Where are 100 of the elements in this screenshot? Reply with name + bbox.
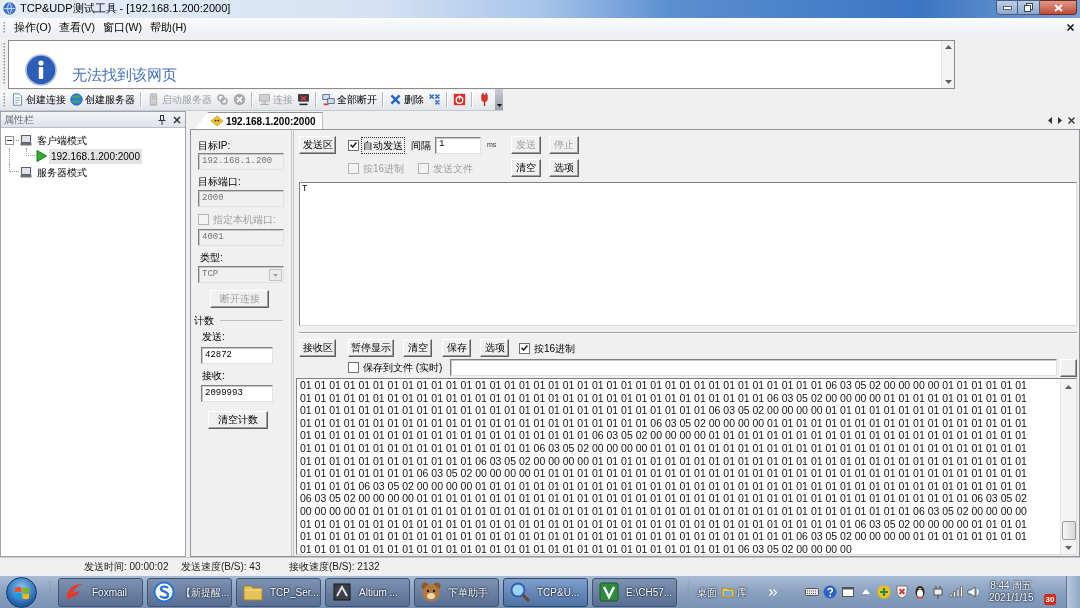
monitors-icon [322, 93, 335, 106]
received-count-field[interactable]: 2099993 [201, 385, 273, 402]
restore-button[interactable] [1018, 0, 1040, 15]
grip-handle-icon[interactable] [3, 21, 6, 34]
checkbox-label: 保存到文件 (实时) [363, 361, 443, 375]
show-desktop-button[interactable] [1066, 576, 1080, 608]
s-circle-icon [153, 581, 175, 603]
speaker-icon[interactable] [967, 585, 981, 599]
close-icon[interactable] [1067, 24, 1074, 31]
cross-shield-icon[interactable] [895, 585, 909, 599]
error-message: 无法找到该网页 [72, 65, 177, 85]
folder-icon [721, 586, 735, 598]
field-label: 目标IP: [198, 140, 232, 152]
scroll-left-icon[interactable] [1048, 117, 1052, 124]
menu-item[interactable]: 帮助(H) [148, 19, 193, 36]
penguin-icon[interactable] [913, 585, 927, 599]
play-icon [36, 150, 47, 162]
receive-panel-button[interactable]: 保存 [442, 339, 471, 357]
grip-handle-icon[interactable] [3, 42, 6, 86]
plug-icon [478, 93, 491, 106]
group-label: 计数 [194, 313, 214, 328]
delete-icon [389, 93, 402, 106]
monitor-cross-icon [297, 93, 310, 106]
taskbar-button[interactable]: Altium ... [325, 577, 410, 607]
send-panel-button[interactable]: 选项 [549, 159, 579, 177]
tile-icon [598, 581, 620, 603]
receive-area-button[interactable]: 接收区 [299, 339, 336, 357]
clear-count-button[interactable]: 清空计数 [208, 411, 268, 429]
bear-icon [420, 581, 442, 603]
receive-panel-button[interactable]: 清空 [403, 339, 432, 357]
link-icon [216, 93, 229, 106]
keyboard-icon[interactable] [805, 585, 819, 599]
tree-item[interactable]: 192.168.1.200:2000 [49, 148, 142, 164]
restore-icon [1024, 3, 1033, 12]
file-path-field[interactable] [450, 359, 1057, 376]
received-data-text: 01 01 01 01 01 01 01 01 01 01 01 01 01 01 01 01 01 01 01 01 01 01 01 01 01 01 01 01 01 01 01 01 01 01 01 01 06 03 05 02 00 00 00 00 01 01 01 01 01 01 01 01 01 01 01 01 01 01 01 01 01 01 01 01 01 01 01 01 01 01 01 01 01 01 01 01 01 01 01 01 01 01 06 03 05 02 00 00 00 00 01 01 01 01 01 01 01 01 01 01 01 01 01 01 01 01 01 01 01 01 01 01 01 01 01 01 01 01 01 01 01 01 01 01 01 01 01 01 06 03 05 02 00 00 00 00 01 01 01 01 01 01 01 01 01 01 01 01 01 01 01 01 01 01 01 01 01 01 01 01 01 01 01 01 01 01 01 01 01 01 01 01 01 01 06 03 05 02 00 00 00 00 01 01 01 01 01 01 01 01 01 01 01 01 01 01 01 01 01 01 01 01 01 01 01 01 01 01 01 01 01 01 01 01 01 01 01 01 01 01 06 03 05 02 00 00 00 00 01 01 01 01 01 01 01 01 01 01 01 01 01 01 01 01 01 01 01 01 01 01 01 01 01 01 01 01 01 01 01 01 01 01 01 01 01 01 06 03 05 02 00 00 00 00 01 01 01 01 01 01 01 01 01 01 01 01 01 01 01 01 01 01 01 01 01 01 01 01 01 01 01 01 01 01 01 01 01 01 01 01 01 01 06 03 05 02 00 00 00 00 01 01 01 01 01 01 01 01 01 01 01 01 01 01 01 01 01 01 01 01 01 01 01 01 01 01 01 01 01 01 01 01 01 01 01 01 01 01 06 03 05 02 00 00 00 00 01 01 01 01 01 01 01 01 01 01 01 01 01 01 01 01 01 01 01 01 01 01 01 01 01 01 01 01 01 01 01 01 01 01 01 01 01 01 06 03 05 02 00 00 00 00 01 01 01 01 01 01 01 01 01 01 01 01 01 01 01 01 01 01 01 01 01 01 01 01 01 01 01 01 01 01 01 01 01 01 01 01 01 01 06 03 05 02 00 00 00 00 01 01 01 01 01 01 01 01 01 01 01 01 01 01 01 01 01 01 01 01 01 01 01 01 01 01 01 01 01 01 01 01 01 01 01 01 01 01 06 03 05 02 00 00 00 00 01 01 01 01 01 01 01 01 01 01 01 01 01 01 01 01 01 01 01 01 01 01 01 01 01 01 01 01 01 01 01 01 01 01 01 01 01 01 06 03 05 02 00 00 00 00 01 01 01 01 01 01 01 01 01 01 01 01 01 01 01 01 01 01 01 01 01 01 01 01 01 01 01 01 01 01 01 01 01 01 01 01 01 01 06 03 05 02 00 00 00 00 01 01 01 01 01 01 01 01 01 01 01 01 01 01 01 01 01 01 01 01 01 01 01 01 01 01 01 01 01 01 01 01 01 01 01 01 01 01 06 03 05 02 00 00 00 00 01 01 01 01 01 01 01 01 01 01 01 01 01 01 01 01 01 01 01 01 01 01 01 01 01 01 01 01 01 01 01 01 01 01 01 01 01 01 06 03 05 02 00 00 00 00 [299, 379, 1028, 554]
document-icon [11, 93, 24, 106]
sent-count-field[interactable]: 42872 [201, 347, 273, 364]
globe-icon [3, 2, 16, 15]
send-area-button[interactable]: 发送区 [299, 136, 336, 154]
taskbar-button[interactable]: E:\CH57... [592, 577, 677, 607]
toolbar-button[interactable]: 创建连接 [9, 89, 68, 110]
checkbox-label: 指定本机端口: [213, 213, 276, 227]
checkbox[interactable] [348, 362, 359, 373]
scroll-down-arrow-icon[interactable] [1065, 546, 1072, 550]
window-icon[interactable] [841, 585, 855, 599]
tree-item[interactable]: 服务器模式 [36, 164, 88, 180]
tree-item[interactable]: 客户端模式 [36, 132, 88, 148]
box-icon [331, 581, 353, 603]
magnifier-icon [509, 581, 531, 603]
help-icon[interactable] [823, 585, 837, 599]
plug-icon[interactable] [931, 585, 945, 599]
calendar-badge: 30 [1043, 593, 1057, 605]
taskbar-button[interactable]: Foxmail [58, 577, 143, 607]
checkmark-icon [521, 345, 528, 351]
minimize-button[interactable] [996, 0, 1018, 15]
send-text-area[interactable]: T [299, 182, 1077, 326]
taskbar-button[interactable]: 下单助手 [414, 577, 499, 607]
close-button[interactable] [1040, 0, 1077, 15]
menu-item[interactable]: 查看(V) [57, 19, 101, 36]
receive-panel-button[interactable]: 暂停显示 [348, 339, 394, 357]
panel-title: 属性栏 [4, 113, 34, 127]
grip-handle-icon[interactable] [3, 92, 6, 107]
computer-icon [20, 134, 32, 146]
globe-icon [70, 93, 83, 106]
pin-icon[interactable] [158, 114, 166, 125]
signal-bars-icon[interactable] [949, 585, 963, 599]
close-icon[interactable] [1068, 117, 1075, 124]
checkbox-label: 发送文件 [433, 161, 474, 176]
scroll-up-arrow-icon[interactable] [1065, 385, 1072, 389]
toolbar-button[interactable]: 删除 [387, 89, 426, 110]
field-label: 发送: [202, 331, 226, 343]
minus-box-icon[interactable] [5, 135, 14, 145]
taskbar-button[interactable]: 【新提醒... [147, 577, 232, 607]
plus-circle-icon[interactable] [877, 585, 891, 599]
server-icon [147, 93, 160, 106]
toolbar-overflow-button[interactable] [495, 89, 503, 110]
tab[interactable]: 192.168.1.200:2000 [195, 112, 323, 129]
toolbar-button[interactable]: 创建服务器 [68, 89, 137, 110]
scroll-right-icon[interactable] [1058, 117, 1062, 124]
toolbar-button[interactable]: 全部断开 [320, 89, 379, 110]
start-button[interactable] [6, 576, 37, 608]
checkbox-label: 按16进制 [534, 341, 576, 356]
status-text: 发送时间: 00:00:02 [84, 560, 170, 574]
menu-item[interactable]: 窗口(W) [101, 19, 148, 36]
computer-icon [20, 166, 32, 178]
menu-item[interactable]: 操作(O) [12, 19, 57, 36]
scroll-up-arrow-icon[interactable] [944, 45, 952, 49]
send-panel-button[interactable]: 清空 [511, 159, 541, 177]
scroll-down-arrow-icon[interactable] [944, 80, 952, 84]
receive-panel-button[interactable]: 选项 [480, 339, 509, 357]
taskbar-button[interactable]: TCP&U... [503, 577, 588, 607]
window-title: TCP&UDP测试工具 - [192.168.1.200:2000] [20, 1, 231, 17]
scroll-thumb[interactable] [1061, 521, 1076, 540]
taskbar-button[interactable]: TCP_Ser... [236, 577, 321, 607]
interval-field[interactable]: 1 [435, 136, 481, 154]
close-icon[interactable] [173, 115, 181, 124]
checkbox[interactable] [519, 342, 530, 354]
checkbox[interactable] [348, 139, 359, 151]
browse-button[interactable] [1060, 358, 1077, 377]
